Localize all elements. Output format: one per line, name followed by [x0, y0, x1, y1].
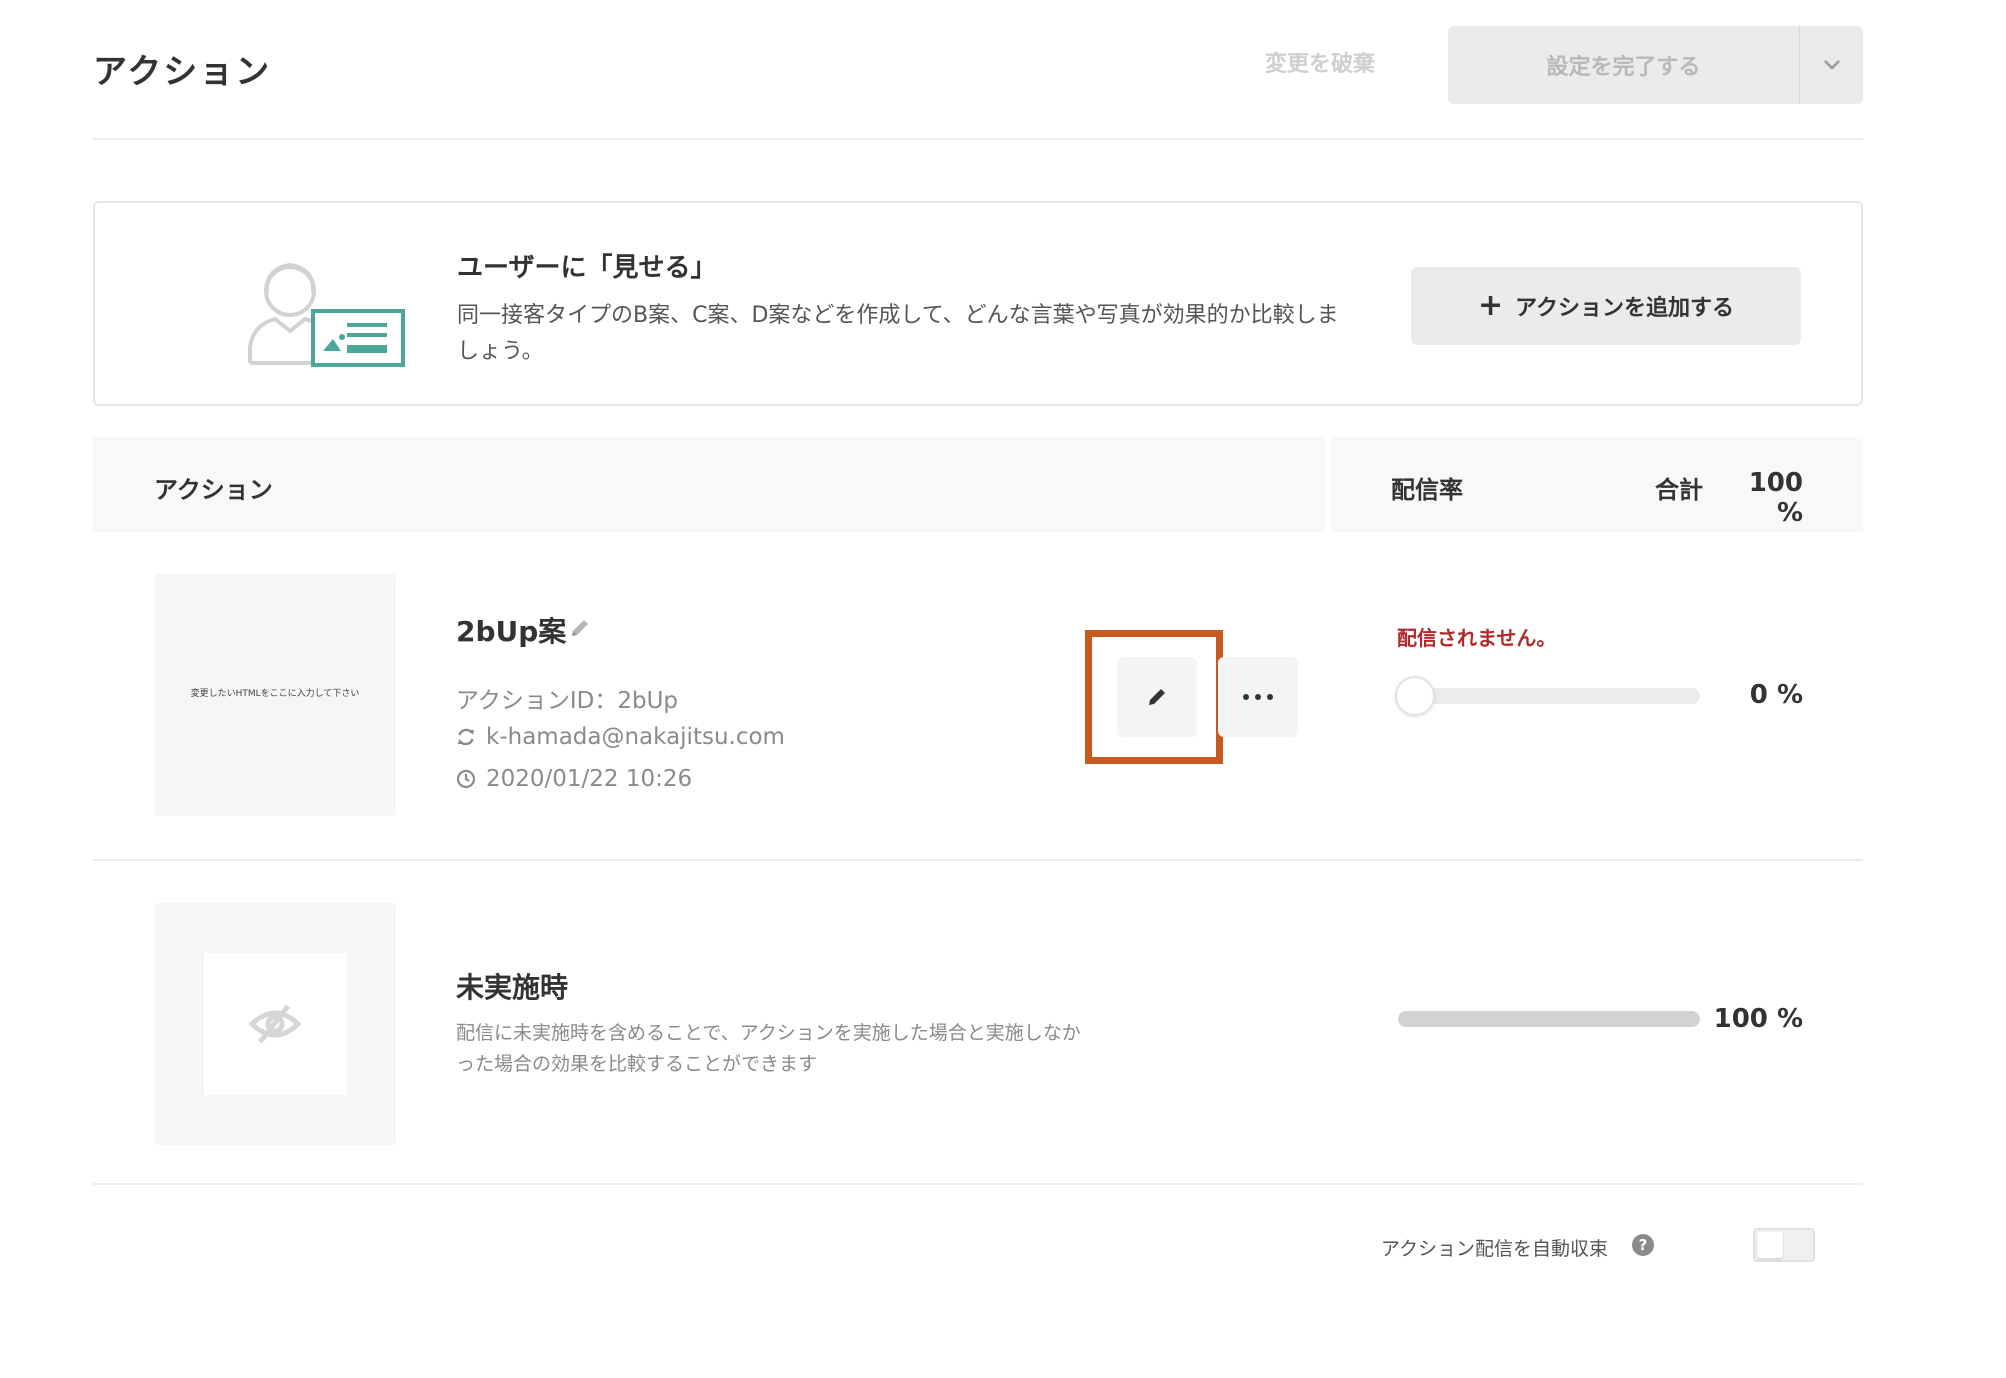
action-user-email: k-hamada@nakajitsu.com — [486, 724, 785, 750]
auto-converge-toggle[interactable] — [1753, 1228, 1815, 1262]
action-updated: 2020/01/22 10:26 — [456, 766, 692, 792]
action-name: 2bUp案 — [456, 615, 567, 648]
action-settings-page: アクション 変更を破棄 設定を完了する ユーザーに「見せる」 同一接客タイプのB… — [0, 0, 2006, 1378]
rate-bar-fill — [1398, 1011, 1700, 1027]
page-title: アクション — [93, 52, 272, 92]
add-action-button[interactable]: + アクションを追加する — [1411, 267, 1801, 345]
card-description: 同一接客タイプのB案、C案、D案などを作成して、どんな言葉や写真が効果的か比較し… — [457, 303, 1339, 364]
help-icon[interactable]: ? — [1632, 1234, 1654, 1256]
clock-icon — [456, 769, 476, 789]
rate-slider-handle[interactable] — [1395, 676, 1435, 716]
column-header-rate: 配信率 — [1391, 476, 1463, 504]
sync-icon — [458, 728, 474, 746]
thumbnail-text: 変更したいHTMLをここに入力して下さい — [190, 689, 360, 699]
pencil-icon — [1149, 689, 1165, 705]
total-label: 合計 — [1655, 476, 1703, 504]
ellipsis-icon — [1243, 694, 1273, 700]
row-divider — [93, 859, 1863, 861]
more-options-button[interactable] — [1218, 657, 1298, 737]
rate-bar-track — [1398, 1011, 1700, 1027]
action-type-card: ユーザーに「見せる」 同一接客タイプのB案、C案、D案などを作成して、どんな言葉… — [93, 201, 1863, 406]
rate-slider-track[interactable] — [1398, 688, 1700, 704]
complete-dropdown-toggle[interactable] — [1800, 26, 1863, 104]
no-action-name: 未実施時 — [456, 971, 569, 1004]
action-thumbnail[interactable]: 変更したいHTMLをここに入力して下さい — [154, 574, 396, 816]
user-show-illustration-icon — [248, 262, 405, 367]
no-action-rate-value: 100 % — [1713, 1004, 1803, 1034]
complete-button-group: 設定を完了する — [1448, 26, 1863, 104]
table-header-left — [93, 437, 1325, 532]
card-title: ユーザーに「見せる」 — [457, 253, 717, 283]
complete-settings-button[interactable]: 設定を完了する — [1448, 26, 1799, 104]
chevron-down-icon — [1823, 60, 1840, 70]
rate-value: 0 % — [1749, 680, 1803, 710]
add-action-label: アクションを追加する — [1515, 296, 1735, 321]
row-divider — [93, 1183, 1863, 1185]
plus-icon: + — [1477, 288, 1504, 323]
thumbnail-inner — [204, 953, 346, 1095]
edit-name-pencil-icon[interactable] — [566, 614, 594, 642]
total-value: 100 % — [1748, 468, 1803, 528]
action-user: k-hamada@nakajitsu.com — [456, 724, 785, 750]
eye-off-icon — [248, 1004, 302, 1044]
toggle-knob — [1757, 1232, 1783, 1258]
delivery-status: 配信されません。 — [1397, 626, 1557, 650]
column-header-action: アクション — [154, 476, 273, 504]
edit-action-button[interactable] — [1117, 657, 1197, 737]
header-divider — [93, 138, 1863, 140]
discard-changes-button[interactable]: 変更を破棄 — [1240, 40, 1400, 90]
action-id: アクションID：2bUp — [456, 688, 679, 714]
no-action-thumbnail — [154, 903, 396, 1145]
action-updated-time: 2020/01/22 10:26 — [486, 766, 693, 792]
no-action-description: 配信に未実施時を含めることで、アクションを実施した場合と実施しなかった場合の効果… — [456, 1022, 1081, 1075]
auto-converge-label: アクション配信を自動収束 — [1381, 1238, 1609, 1260]
